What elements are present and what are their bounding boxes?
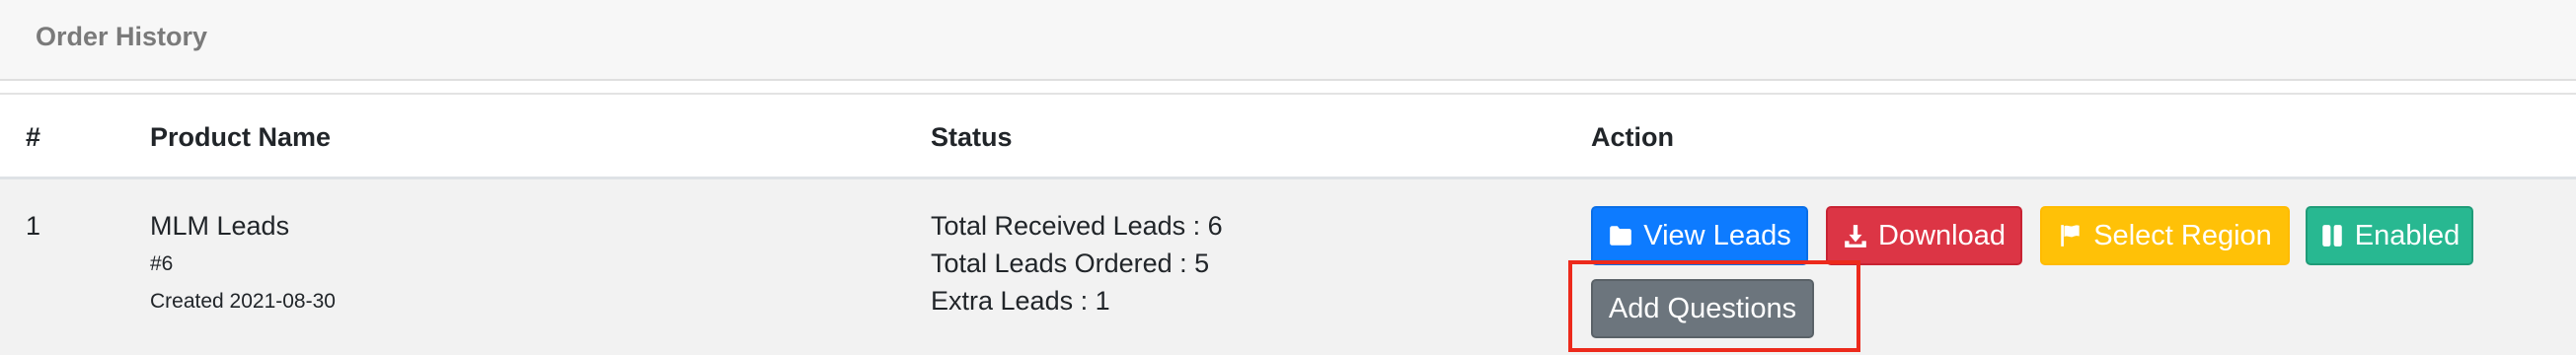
- status-received-leads: Total Received Leads : 6: [931, 211, 1223, 241]
- add-questions-button[interactable]: Add Questions: [1591, 279, 1814, 338]
- view-leads-button[interactable]: View Leads: [1591, 206, 1808, 265]
- product-name: MLM Leads: [150, 211, 290, 241]
- column-header-product-name: Product Name: [150, 122, 332, 152]
- view-leads-label: View Leads: [1643, 219, 1791, 251]
- enabled-button[interactable]: Enabled: [2306, 206, 2473, 265]
- enabled-label: Enabled: [2354, 219, 2461, 251]
- download-button[interactable]: Download: [1826, 206, 2022, 265]
- columns-icon: [2322, 225, 2342, 247]
- product-id: #6: [150, 252, 174, 275]
- created-date: Created 2021-08-30: [150, 290, 336, 313]
- download-label: Download: [1878, 219, 2006, 251]
- column-header-number: #: [26, 122, 41, 152]
- download-icon: [1845, 225, 1866, 248]
- page-title: Order History: [36, 22, 208, 51]
- table-row: 1 MLM Leads #6 Created 2021-08-30 Total …: [0, 179, 2576, 355]
- column-header-action: Action: [1591, 122, 1674, 152]
- column-header-status: Status: [931, 122, 1013, 152]
- table-header: # Product Name Status Action: [0, 95, 2576, 179]
- folder-icon: [1610, 226, 1632, 246]
- select-region-button[interactable]: Select Region: [2040, 206, 2290, 265]
- status-leads-ordered: Total Leads Ordered : 5: [931, 248, 1210, 278]
- flag-icon: [2061, 225, 2080, 247]
- add-questions-label: Add Questions: [1608, 292, 1797, 324]
- card-header: Order History: [0, 0, 2576, 81]
- row-number: 1: [26, 211, 41, 241]
- status-extra-leads: Extra Leads : 1: [931, 286, 1110, 316]
- select-region-label: Select Region: [2093, 219, 2272, 251]
